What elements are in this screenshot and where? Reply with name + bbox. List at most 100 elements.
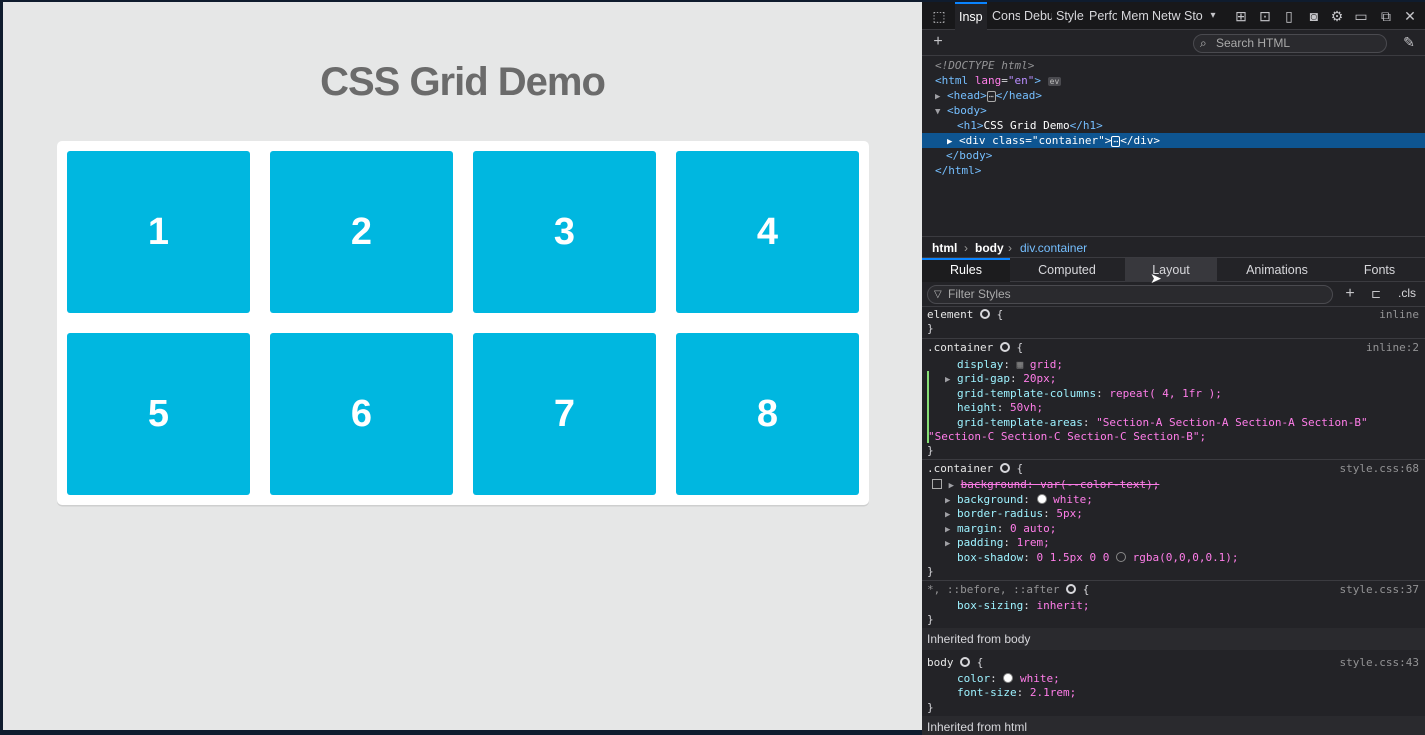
h1-node[interactable]: <h1>CSS Grid Demo</h1>	[922, 118, 1425, 133]
collapsed-ellipsis-icon[interactable]: ⋯	[986, 91, 996, 102]
filter-styles-input[interactable]: ▽ Filter Styles	[927, 285, 1333, 304]
chevron-right-icon: ›	[1008, 241, 1012, 255]
breadcrumb-html[interactable]: html	[932, 237, 957, 259]
color-swatch[interactable]	[1036, 494, 1047, 504]
gear-icon[interactable]	[999, 463, 1010, 473]
declaration[interactable]: ▶ grid-gap: 20px;	[922, 371, 1425, 386]
prop-value: 5px;	[1056, 507, 1083, 520]
rule-close: }	[927, 444, 934, 457]
expand-twisty-icon[interactable]: ▶	[945, 510, 950, 520]
rule-source[interactable]: inline:2	[1366, 340, 1419, 355]
gear-icon[interactable]	[979, 309, 990, 319]
prop-value: 50vh;	[1010, 401, 1044, 414]
prop-value: "Section-A Section-A Section-A Section-B…	[1096, 416, 1368, 429]
body-node[interactable]: ▼ <body>	[922, 103, 1425, 118]
enable-checkbox[interactable]	[932, 479, 942, 489]
breadcrumb-div-container[interactable]: div.container	[1020, 237, 1087, 259]
grid-cell: 1	[67, 151, 250, 313]
collapsed-ellipsis-icon[interactable]: ⋯	[1111, 136, 1121, 147]
tab-console[interactable]: Cons	[992, 2, 1020, 30]
declaration[interactable]: box-shadow: 0 1.5px 0 0 rgba(0,0,0,0.1);	[922, 550, 1425, 565]
app-window: CSS Grid Demo 1 2 3 4 5 6 7 8 ⬚ Insp Con…	[0, 0, 1425, 735]
declaration[interactable]: box-sizing: inherit;	[922, 598, 1425, 613]
expand-twisty-icon[interactable]: ▶	[947, 137, 952, 147]
eyedropper-icon[interactable]: ✎	[1400, 28, 1418, 56]
declaration-continuation[interactable]: "Section-C Section-C Section-C Section-B…	[922, 429, 1425, 444]
screenshot-icon[interactable]: ◙	[1305, 2, 1323, 30]
declaration[interactable]: display: ▦ grid;	[922, 357, 1425, 372]
gear-icon[interactable]	[999, 342, 1010, 352]
breadcrumb-body[interactable]: body	[975, 237, 1004, 259]
declaration[interactable]: font-size: 2.1rem;	[922, 685, 1425, 700]
search-html-input[interactable]: ⌕ Search HTML	[1193, 34, 1387, 53]
declaration[interactable]: grid-template-areas: "Section-A Section-…	[922, 415, 1425, 430]
color-swatch[interactable]	[1115, 552, 1126, 562]
tab-network[interactable]: Netw	[1152, 2, 1181, 30]
frame-select-icon[interactable]: ⊞	[1230, 2, 1252, 30]
separate-window-icon[interactable]: ⧉	[1377, 2, 1395, 30]
rule-source[interactable]: style.css:68	[1340, 461, 1419, 476]
doctype-line[interactable]: <!DOCTYPE html>	[922, 58, 1425, 73]
expand-twisty-icon[interactable]: ▶	[945, 539, 950, 549]
declaration[interactable]: height: 50vh;	[922, 400, 1425, 415]
gear-icon[interactable]	[960, 657, 971, 667]
declaration[interactable]: ▶ background: white;	[922, 492, 1425, 507]
grid-cell: 7	[473, 333, 656, 495]
dock-icon[interactable]: ▭	[1352, 2, 1370, 30]
expand-twisty-icon[interactable]: ▶	[945, 496, 950, 506]
tab-storage[interactable]: Sto	[1184, 2, 1206, 30]
tab-style-editor[interactable]: Style	[1056, 2, 1086, 30]
tab-performance[interactable]: Perfo	[1089, 2, 1117, 30]
prop-value: 0 auto;	[1010, 522, 1057, 535]
prop-value: inherit;	[1036, 599, 1090, 612]
declaration[interactable]: ▶ padding: 1rem;	[922, 535, 1425, 550]
tab-fonts[interactable]: Fonts	[1342, 258, 1417, 282]
tab-debugger[interactable]: Debu	[1024, 2, 1052, 30]
cls-toggle[interactable]: .cls	[1398, 286, 1416, 300]
gear-icon[interactable]	[1066, 584, 1077, 594]
responsive-icon[interactable]: ▯	[1280, 2, 1298, 30]
tab-inspector[interactable]: Insp	[955, 2, 987, 30]
gear-icon[interactable]: ⚙	[1328, 2, 1346, 30]
rule-source[interactable]: style.css:37	[1340, 582, 1419, 597]
rules-toolbar: ▽ Filter Styles + ⊏ .cls	[922, 282, 1425, 307]
declaration[interactable]: color: white;	[922, 671, 1425, 686]
prop-value: 20px	[1023, 372, 1050, 385]
div-container-node[interactable]: ▶ <div class="container"> ⋯ </div>	[922, 133, 1425, 148]
console-split-icon[interactable]: ⊡	[1256, 2, 1274, 30]
head-node[interactable]: ▶ <head> ⋯ </head>	[922, 88, 1425, 103]
add-node-icon[interactable]: +	[930, 28, 946, 56]
declaration[interactable]: ▶ border-radius: 5px;	[922, 506, 1425, 521]
event-badge[interactable]: ev	[1047, 77, 1062, 86]
add-rule-icon[interactable]: +	[1342, 280, 1358, 308]
collapse-twisty-icon[interactable]: ▼	[935, 107, 940, 117]
close-icon[interactable]: ✕	[1401, 2, 1419, 30]
grid-icon[interactable]: ▦	[1017, 358, 1024, 371]
rule-close: }	[927, 701, 934, 714]
overflow-chevron-icon[interactable]: ▾	[1206, 2, 1220, 30]
color-swatch[interactable]	[1003, 673, 1014, 683]
tab-layout[interactable]: Layout	[1125, 258, 1217, 282]
tab-animations[interactable]: Animations	[1229, 258, 1325, 282]
html-close-line[interactable]: </html>	[922, 163, 1425, 178]
expand-twisty-icon[interactable]: ▶	[945, 525, 950, 535]
tab-rules[interactable]: Rules	[922, 258, 1010, 282]
declaration-overridden[interactable]: ▶ background: var(--color-text);	[922, 477, 1425, 492]
rule-source[interactable]: style.css:43	[1340, 655, 1419, 670]
expand-twisty-icon[interactable]: ▶	[949, 481, 954, 491]
prop-name: font-size	[957, 686, 1017, 699]
tab-computed[interactable]: Computed	[1022, 258, 1112, 282]
declaration[interactable]: grid-template-columns: repeat( 4, 1fr );	[922, 386, 1425, 401]
declaration[interactable]: ▶ margin: 0 auto;	[922, 521, 1425, 536]
expand-twisty-icon[interactable]: ▶	[945, 375, 950, 385]
body-close-line[interactable]: </body>	[922, 148, 1425, 163]
rule-selector: *, ::before, ::after	[927, 583, 1060, 596]
expand-twisty-icon[interactable]: ▶	[935, 92, 940, 102]
element-picker-icon[interactable]: ⬚	[930, 2, 948, 30]
rule-source[interactable]: inline	[1379, 307, 1419, 322]
html-node[interactable]: <html lang="en"> ev	[922, 73, 1425, 88]
grid-cell: 2	[270, 151, 453, 313]
html-open-tag: <html	[935, 74, 969, 87]
tab-memory[interactable]: Mem	[1121, 2, 1148, 30]
toggle-pseudo-icon[interactable]: ⊏	[1368, 280, 1384, 308]
